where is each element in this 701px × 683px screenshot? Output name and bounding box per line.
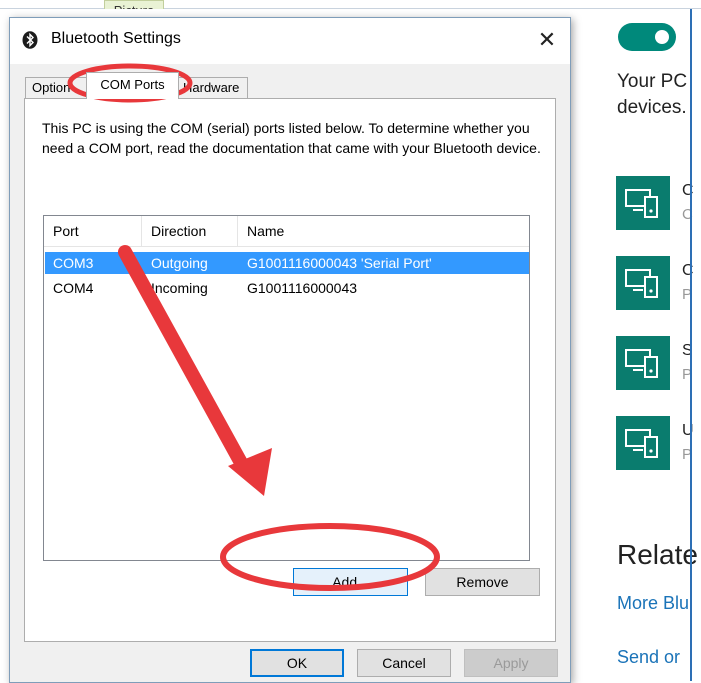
bluetooth-toggle[interactable] — [618, 23, 676, 51]
name-cell: G1001116000043 'Serial Port' — [247, 255, 432, 271]
device-tile — [616, 256, 670, 310]
device-item[interactable]: C C — [616, 176, 701, 232]
title-bar[interactable]: Bluetooth Settings ✕ — [10, 18, 570, 64]
device-item[interactable]: C P — [616, 256, 701, 312]
add-button[interactable]: Add... — [293, 568, 408, 596]
list-header: Port Direction Name — [44, 216, 529, 247]
send-or-receive-link[interactable]: Send or — [617, 647, 701, 668]
settings-description-line-2: devices. — [617, 97, 687, 118]
tab-hardware[interactable]: Hardware — [176, 77, 248, 99]
toggle-knob — [655, 30, 669, 44]
table-row[interactable]: COM4 Incoming G1001116000043 — [45, 277, 529, 299]
direction-cell: Outgoing — [151, 255, 208, 271]
device-icon — [625, 269, 658, 298]
column-header-direction[interactable]: Direction — [142, 216, 238, 246]
close-button[interactable]: ✕ — [533, 27, 561, 53]
settings-description-line-1: Your PC — [617, 71, 688, 92]
com-ports-list[interactable]: Port Direction Name COM3 Outgoing G10011… — [43, 215, 530, 561]
device-icon — [625, 429, 658, 458]
apply-button[interactable]: Apply — [464, 649, 558, 677]
device-tile — [616, 176, 670, 230]
name-cell: G1001116000043 — [247, 280, 358, 296]
port-cell: COM3 — [53, 255, 94, 271]
dialog-title: Bluetooth Settings — [51, 30, 181, 47]
device-icon — [625, 189, 658, 218]
cancel-button[interactable]: Cancel — [357, 649, 451, 677]
tab-com-ports[interactable]: COM Ports — [86, 72, 179, 99]
direction-cell: Incoming — [151, 280, 208, 296]
com-ports-panel: This PC is using the COM (serial) ports … — [24, 98, 556, 642]
device-item[interactable]: U P — [616, 416, 701, 472]
bluetooth-icon — [22, 31, 38, 49]
related-settings-heading: Relate — [617, 539, 698, 570]
remove-button[interactable]: Remove — [425, 568, 540, 596]
bluetooth-settings-dialog: Bluetooth Settings ✕ Option Hardware COM… — [9, 17, 571, 683]
port-cell: COM4 — [53, 280, 94, 296]
device-item[interactable]: S P — [616, 336, 701, 392]
com-ports-description: This PC is using the COM (serial) ports … — [42, 120, 541, 156]
tab-options[interactable]: Option — [25, 77, 89, 99]
column-header-name[interactable]: Name — [238, 216, 529, 246]
device-tile — [616, 416, 670, 470]
table-row[interactable]: COM3 Outgoing G1001116000043 'Serial Por… — [45, 252, 529, 274]
right-border — [690, 9, 692, 681]
device-icon — [625, 349, 658, 378]
device-tile — [616, 336, 670, 390]
more-bluetooth-options-link[interactable]: More Blu — [617, 593, 701, 614]
column-header-port[interactable]: Port — [44, 216, 142, 246]
ok-button[interactable]: OK — [250, 649, 344, 677]
